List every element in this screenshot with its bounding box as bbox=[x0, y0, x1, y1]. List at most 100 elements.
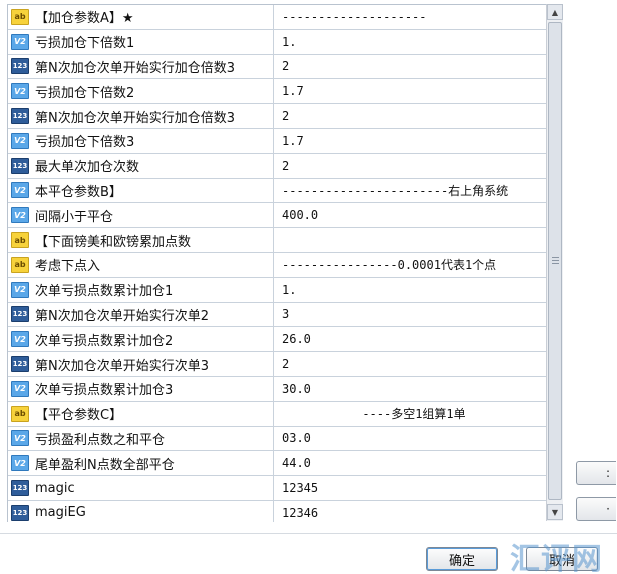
param-value-field[interactable]: 12346 bbox=[274, 501, 546, 522]
param-name-cell: V2 次单亏损点数累计加仓2 bbox=[8, 327, 274, 352]
param-row[interactable]: V2 亏损加仓下倍数2 1.7 bbox=[8, 79, 546, 105]
param-value-field[interactable]: 2 bbox=[274, 55, 546, 79]
param-name: 最大单次加仓次数 bbox=[35, 160, 140, 176]
param-value-field[interactable]: 12345 bbox=[274, 476, 546, 500]
param-row[interactable]: 123 第N次加仓次单开始实行加仓倍数3 2 bbox=[8, 54, 546, 80]
param-row[interactable]: 123 第N次加仓次单开始实行次单2 3 bbox=[8, 302, 546, 328]
param-row[interactable]: V2 亏损加仓下倍数1 1. bbox=[8, 29, 546, 55]
double-param-icon: V2 bbox=[11, 83, 29, 100]
double-param-icon: V2 bbox=[11, 380, 29, 397]
param-name: 亏损加仓下倍数1 bbox=[35, 36, 135, 52]
param-name-cell: V2 次单亏损点数累计加仓1 bbox=[8, 277, 274, 302]
scroll-up-button[interactable]: ▲ bbox=[547, 4, 563, 20]
integer-param-icon: 123 bbox=[11, 356, 29, 373]
param-value-field[interactable]: 2 bbox=[274, 352, 546, 376]
param-row[interactable]: V2 次单亏损点数累计加仓1 1. bbox=[8, 277, 546, 303]
param-row[interactable]: 123 magiEG 12346 bbox=[8, 500, 546, 522]
grip-icon bbox=[551, 257, 559, 265]
param-row[interactable]: V2 尾单盈利N点数全部平仓 44.0 bbox=[8, 451, 546, 477]
param-row[interactable]: V2 次单亏损点数累计加仓2 26.0 bbox=[8, 327, 546, 353]
param-value-field[interactable]: -----------------------右上角系统 bbox=[274, 179, 546, 203]
param-value-field[interactable]: 400.0 bbox=[274, 203, 546, 227]
param-name: 考虑下点入 bbox=[35, 259, 101, 275]
param-name-cell: 123 第N次加仓次单开始实行加仓倍数3 bbox=[8, 54, 274, 79]
save-button-label: · bbox=[606, 502, 610, 516]
footer-divider bbox=[0, 533, 617, 534]
double-param-icon: V2 bbox=[11, 331, 29, 348]
param-value-field[interactable]: 1.7 bbox=[274, 129, 546, 153]
param-row[interactable]: 123 magic 12345 bbox=[8, 476, 546, 501]
integer-param-icon: 123 bbox=[11, 504, 29, 521]
param-row[interactable]: ab 【平仓参数C】 ----多空1组算1单 bbox=[8, 401, 546, 427]
text-param-icon: ab bbox=[11, 405, 29, 422]
param-value-field[interactable]: 2 bbox=[274, 104, 546, 128]
arrow-down-icon: ▼ bbox=[551, 507, 559, 517]
param-value-field[interactable]: 30.0 bbox=[274, 377, 546, 401]
param-row[interactable]: V2 次单亏损点数累计加仓3 30.0 bbox=[8, 376, 546, 402]
param-name: 本平仓参数B】 bbox=[35, 184, 122, 200]
param-name: 尾单盈利N点数全部平仓 bbox=[35, 457, 175, 473]
integer-param-icon: 123 bbox=[11, 480, 29, 497]
param-row[interactable]: ab 【下面镑美和欧镑累加点数 bbox=[8, 228, 546, 253]
double-param-icon: V2 bbox=[11, 132, 29, 149]
scroll-down-button[interactable]: ▼ bbox=[547, 504, 563, 520]
param-name: 亏损加仓下倍数2 bbox=[35, 85, 135, 101]
load-button-label: : bbox=[605, 466, 610, 480]
param-row[interactable]: V2 间隔小于平仓 400.0 bbox=[8, 203, 546, 229]
param-name-cell: 123 最大单次加仓次数 bbox=[8, 153, 274, 178]
param-name-cell: V2 间隔小于平仓 bbox=[8, 203, 274, 228]
param-row[interactable]: 123 最大单次加仓次数 2 bbox=[8, 153, 546, 179]
param-name: 【平仓参数C】 bbox=[35, 408, 123, 424]
param-value-field[interactable]: -------------------- bbox=[274, 5, 546, 29]
save-button[interactable]: · bbox=[576, 497, 616, 521]
param-value-field[interactable]: 1.7 bbox=[274, 79, 546, 103]
param-value-field[interactable]: 03.0 bbox=[274, 427, 546, 451]
param-name-cell: V2 亏损加仓下倍数3 bbox=[8, 128, 274, 153]
double-param-icon: V2 bbox=[11, 430, 29, 447]
integer-param-icon: 123 bbox=[11, 306, 29, 323]
param-row[interactable]: V2 亏损加仓下倍数3 1.7 bbox=[8, 128, 546, 154]
param-name-cell: ab 考虑下点入 bbox=[8, 252, 274, 277]
param-value-field[interactable]: ----多空1组算1单 bbox=[274, 402, 546, 426]
ok-button[interactable]: 确定 bbox=[426, 547, 498, 571]
param-name-cell: V2 亏损加仓下倍数1 bbox=[8, 29, 274, 54]
param-name: 【下面镑美和欧镑累加点数 bbox=[35, 234, 192, 250]
param-name-cell: 123 第N次加仓次单开始实行次单2 bbox=[8, 302, 274, 327]
param-name: 第N次加仓次单开始实行加仓倍数3 bbox=[35, 60, 235, 76]
param-name: 次单亏损点数累计加仓1 bbox=[35, 284, 174, 300]
param-name-cell: 123 magiEG bbox=[8, 500, 274, 522]
param-value-field[interactable]: 26.0 bbox=[274, 327, 546, 351]
param-row[interactable]: V2 亏损盈利点数之和平仓 03.0 bbox=[8, 426, 546, 452]
double-param-icon: V2 bbox=[11, 281, 29, 298]
param-name-cell: 123 第N次加仓次单开始实行次单3 bbox=[8, 352, 274, 376]
param-value-field[interactable]: 1. bbox=[274, 278, 546, 302]
ea-inputs-dialog: ab 【加仓参数A】★ -------------------- V2 亏损加仓下倍数1… bbox=[0, 0, 617, 574]
param-value-field[interactable] bbox=[274, 228, 546, 252]
load-button[interactable]: : bbox=[576, 461, 616, 485]
param-row[interactable]: 123 第N次加仓次单开始实行次单3 2 bbox=[8, 352, 546, 377]
param-value-field[interactable]: ----------------0.0001代表1个点 bbox=[274, 253, 546, 277]
param-row[interactable]: 123 第N次加仓次单开始实行加仓倍数3 2 bbox=[8, 104, 546, 129]
parameter-grid: ab 【加仓参数A】★ -------------------- V2 亏损加仓下倍数1… bbox=[7, 4, 546, 522]
param-row[interactable]: ab 考虑下点入 ----------------0.0001代表1个点 bbox=[8, 252, 546, 278]
param-name: 次单亏损点数累计加仓2 bbox=[35, 333, 174, 349]
param-name-cell: V2 尾单盈利N点数全部平仓 bbox=[8, 451, 274, 476]
param-row[interactable]: V2 本平仓参数B】 -----------------------右上角系统 bbox=[8, 178, 546, 204]
param-value-field[interactable]: 3 bbox=[274, 303, 546, 327]
double-param-icon: V2 bbox=[11, 182, 29, 199]
param-row[interactable]: ab 【加仓参数A】★ -------------------- bbox=[8, 5, 546, 30]
param-name: 次单亏损点数累计加仓3 bbox=[35, 383, 174, 399]
param-name: 【加仓参数A】★ bbox=[35, 11, 134, 27]
param-name-cell: V2 本平仓参数B】 bbox=[8, 178, 274, 203]
vertical-scrollbar[interactable]: ▲ ▼ bbox=[546, 4, 563, 521]
scrollbar-thumb[interactable] bbox=[548, 22, 562, 500]
param-name: 第N次加仓次单开始实行次单3 bbox=[35, 358, 209, 374]
param-value-field[interactable]: 2 bbox=[274, 154, 546, 178]
param-value-field[interactable]: 44.0 bbox=[274, 451, 546, 475]
double-param-icon: V2 bbox=[11, 33, 29, 50]
param-value-field[interactable]: 1. bbox=[274, 30, 546, 54]
cancel-button[interactable]: 取消 bbox=[526, 547, 598, 571]
param-name: 第N次加仓次单开始实行次单2 bbox=[35, 308, 209, 324]
text-param-icon: ab bbox=[11, 8, 29, 25]
param-name: magiEG bbox=[35, 505, 86, 521]
